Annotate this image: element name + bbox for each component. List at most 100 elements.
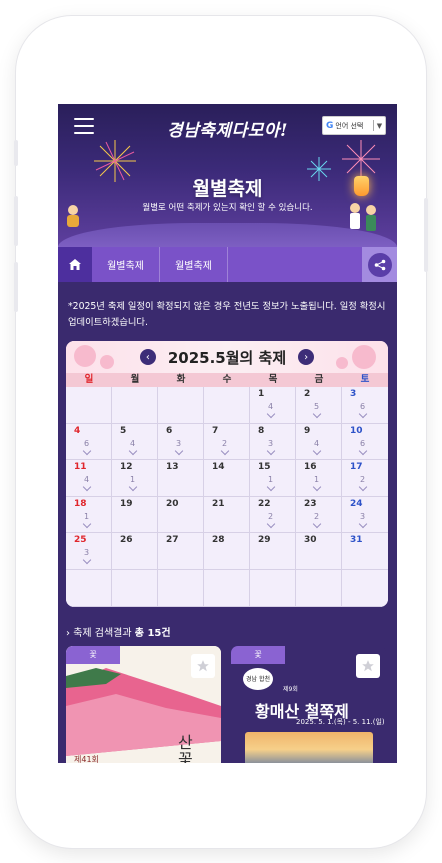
search-result-label: 축제 검색결과 [73, 628, 132, 639]
calendar-day-cell[interactable]: 28 [204, 533, 250, 570]
calendar-day-cell[interactable]: 36 [342, 387, 388, 424]
weekday-label: 금 [314, 374, 324, 385]
day-number: 13 [166, 462, 179, 473]
calendar-day-cell [342, 569, 388, 607]
day-number: 28 [212, 535, 225, 546]
favorite-button[interactable] [356, 654, 380, 678]
day-number: 25 [74, 535, 87, 546]
chevron-down-icon[interactable] [312, 482, 322, 492]
calendar-day-cell[interactable]: 12 1 [112, 460, 158, 497]
next-month-button[interactable]: › [298, 349, 315, 365]
chevron-down-icon[interactable] [82, 556, 92, 565]
calendar-day-cell[interactable]: 14 [250, 387, 296, 424]
chevron-down-icon[interactable] [358, 482, 368, 492]
share-button-circle [367, 252, 392, 277]
day-number: 24 [350, 498, 363, 509]
calendar-day-cell[interactable]: 25 [296, 387, 342, 424]
calendar-day-cell[interactable]: 46 [66, 423, 112, 461]
day-number: 27 [166, 535, 179, 546]
calendar-day-cell[interactable]: 14 [204, 460, 250, 497]
calendar-day-cell[interactable]: 25 3 [66, 533, 112, 570]
day-number: 18 [74, 498, 87, 509]
chevron-down-icon[interactable] [266, 409, 276, 419]
prev-month-button[interactable]: ‹ [139, 349, 156, 365]
calendar-day-cell[interactable]: 94 [296, 423, 342, 461]
day-number: 8 [258, 425, 265, 436]
calendar-day-cell[interactable]: 17 2 [342, 460, 388, 497]
calendar-day-cell[interactable]: 63 [158, 423, 204, 461]
chevron-down-icon[interactable] [358, 519, 368, 529]
chevron-down-icon[interactable] [358, 409, 368, 419]
day-number: 26 [120, 535, 133, 546]
tab-monthly-festival-sub[interactable]: 월별축제 [160, 247, 228, 282]
chevron-down-icon[interactable] [312, 409, 322, 419]
chevron-down-icon[interactable] [358, 446, 368, 455]
chevron-down-icon: ▼ [376, 121, 383, 130]
category-badge: 꽃 [231, 646, 285, 664]
chevron-down-icon[interactable] [174, 446, 184, 455]
chevron-down-icon[interactable] [128, 482, 138, 492]
calendar-title: 2025.5월의 축제 [167, 348, 287, 367]
day-number: 10 [350, 425, 363, 436]
calendar-day-cell[interactable]: 18 1 [66, 496, 112, 534]
chevron-down-icon[interactable] [82, 446, 92, 455]
calendar-day-cell [158, 569, 204, 607]
weekday-label: 토 [360, 374, 370, 385]
festival-card[interactable]: 꽃 제41회 산 꽃 [66, 646, 221, 763]
calendar-day-cell[interactable]: 20 [158, 496, 204, 534]
calendar-day-cell[interactable]: 30 [296, 533, 342, 570]
calendar-day-cell[interactable]: 54 [112, 423, 158, 461]
calendar-day-cell[interactable]: 11 4 [66, 460, 112, 497]
chevron-down-icon[interactable] [128, 446, 138, 455]
calendar-day-cell[interactable]: 24 3 [342, 496, 388, 534]
home-button[interactable] [58, 247, 92, 282]
day-number: 11 [74, 462, 87, 473]
calendar-day-cell[interactable]: 27 [158, 533, 204, 570]
chevron-down-icon[interactable] [312, 446, 322, 455]
poster-title: 산 꽃 [178, 733, 193, 763]
calendar-day-cell[interactable]: 23 2 [296, 496, 342, 534]
page-title: 월별축제 [192, 178, 263, 200]
calendar-day-cell[interactable]: 15 1 [250, 460, 296, 497]
day-number: 17 [350, 462, 363, 473]
day-number: 3 [350, 389, 357, 399]
calendar-day-cell[interactable]: 13 [158, 460, 204, 497]
festival-card[interactable]: 꽃 경남 합천 제9회 황매산 철쭉제 2025. 5. 1.(목) - 5. … [231, 646, 386, 763]
search-result-summary: › 축제 검색결과 총 15건 [66, 624, 171, 639]
chevron-down-icon[interactable] [82, 482, 92, 492]
chevron-down-icon[interactable] [266, 446, 276, 455]
calendar-day-cell[interactable]: 19 [112, 496, 158, 534]
calendar-day-cell[interactable]: 10 6 [342, 423, 388, 461]
chevron-down-icon[interactable] [82, 519, 92, 529]
calendar-day-cell[interactable]: 22 2 [250, 496, 296, 534]
calendar-day-cell[interactable]: 83 [250, 423, 296, 461]
tab-monthly-festival[interactable]: 월별축제 [92, 247, 160, 282]
calendar-day-cell [204, 569, 250, 607]
share-button[interactable] [362, 247, 397, 282]
favorite-button[interactable] [191, 654, 215, 678]
weekday-label: 목 [268, 374, 278, 385]
poster-date: 2025. 5. 1.(목) - 5. 11.(일) [296, 718, 385, 726]
day-number: 29 [258, 535, 271, 546]
calendar-day-cell[interactable]: 29 [250, 533, 296, 570]
day-number: 12 [120, 462, 133, 473]
day-number: 22 [258, 498, 271, 509]
calendar-day-cell[interactable]: 31 [342, 533, 388, 570]
language-select-label: 언어 선택 [335, 121, 364, 130]
language-select-button[interactable]: G 언어 선택 ▼ [322, 116, 386, 135]
star-icon [197, 660, 209, 672]
calendar-day-cell[interactable]: 21 [204, 496, 250, 534]
calendar-day-cell [66, 387, 112, 424]
chevron-down-icon[interactable] [220, 446, 230, 455]
poster-region-bubble: 경남 합천 [243, 668, 273, 690]
schedule-notice: *2025년 축제 일정이 확정되지 않은 경우 전년도 정보가 노출됩니다. … [68, 301, 386, 328]
chevron-down-icon[interactable] [266, 519, 276, 529]
chevron-down-icon[interactable] [266, 482, 276, 492]
weekday-label: 화 [176, 374, 186, 385]
calendar-day-cell[interactable]: 72 [204, 423, 250, 461]
calendar-day-cell[interactable]: 16 1 [296, 460, 342, 497]
chevron-down-icon[interactable] [312, 519, 322, 529]
calendar-day-cell[interactable]: 26 [112, 533, 158, 570]
day-number: 21 [212, 498, 225, 509]
phone-side-button [14, 196, 18, 246]
